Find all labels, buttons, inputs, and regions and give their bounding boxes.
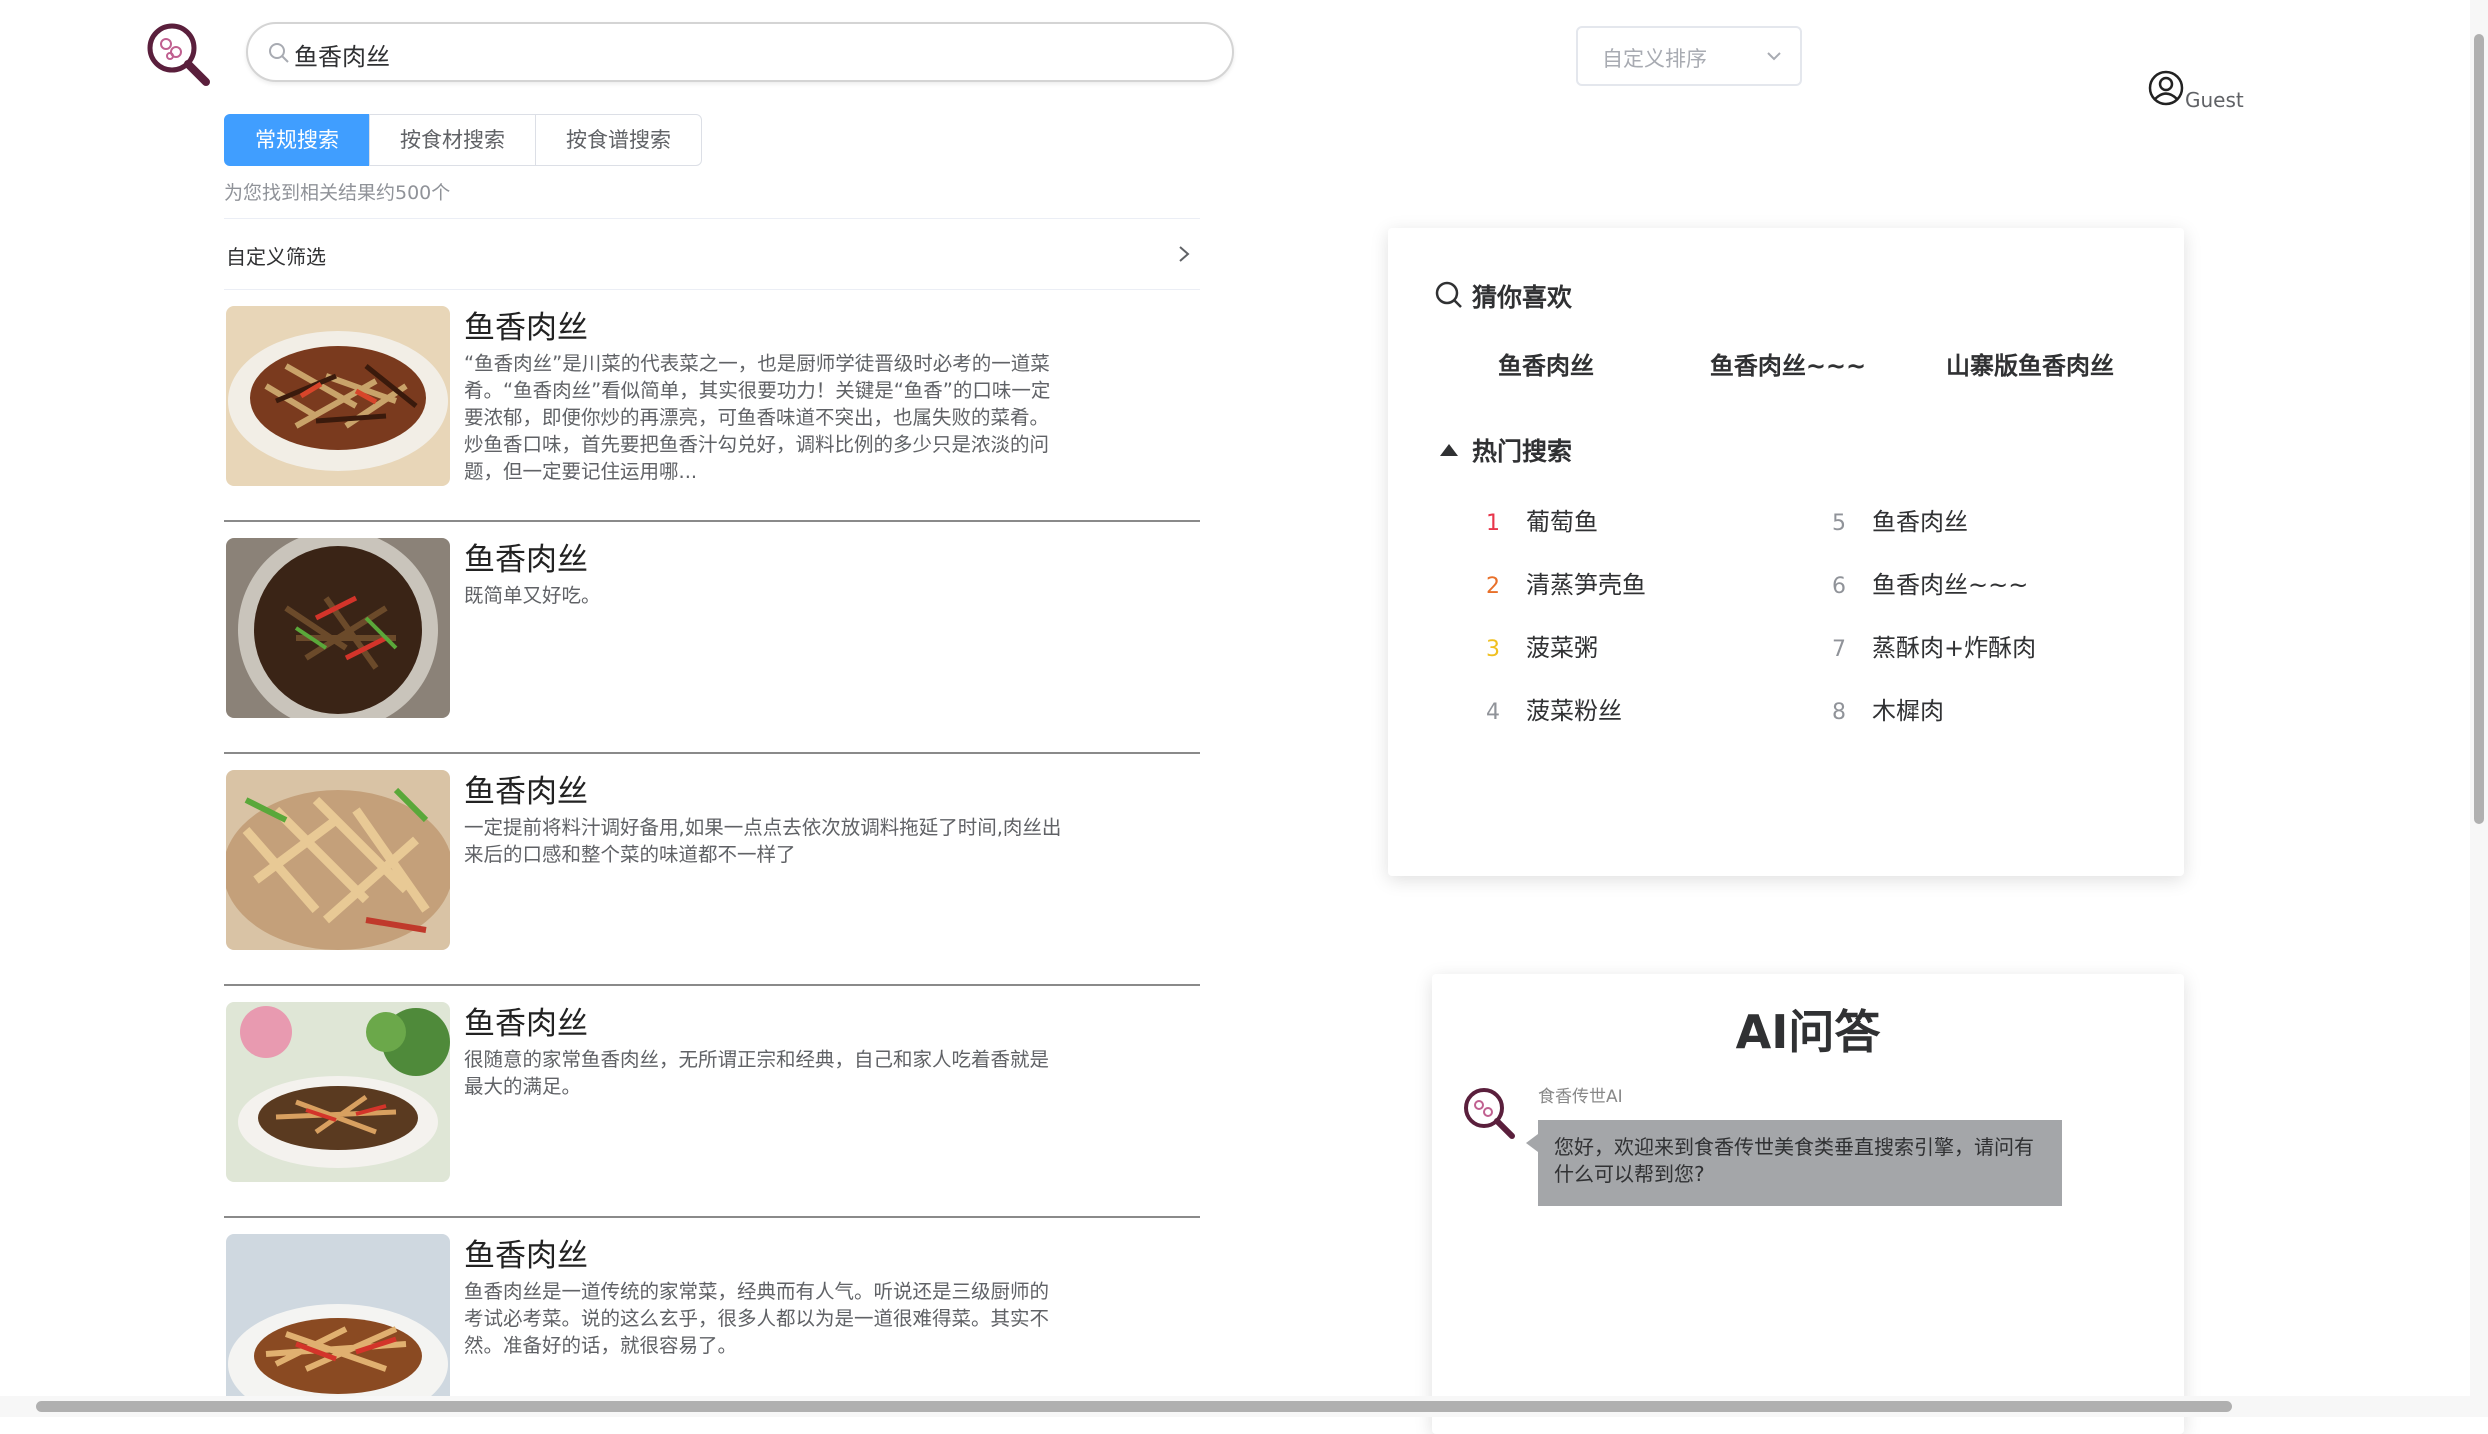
ai-chat-card: AI问答 食香传世AI 您好，欢迎来到食香传世美食类垂直搜索引擎，请问有什么可以… xyxy=(1432,974,2184,1434)
recipe-thumbnail[interactable] xyxy=(226,1002,450,1182)
result-item[interactable]: 鱼香肉丝 既简单又好吃。 xyxy=(224,522,1200,754)
caret-up-icon xyxy=(1440,444,1458,456)
vertical-scrollbar-thumb[interactable] xyxy=(2474,34,2484,824)
ai-message-bubble: 您好，欢迎来到食香传世美食类垂直搜索引擎，请问有什么可以帮到您? xyxy=(1526,1120,2062,1206)
hot-item[interactable]: 8 木樨肉 xyxy=(1832,691,1944,726)
hot-item[interactable]: 7 蒸酥肉+炸酥肉 xyxy=(1832,628,2036,663)
ai-title: AI问答 xyxy=(1735,1005,1881,1059)
hot-item[interactable]: 1 葡萄鱼 xyxy=(1486,502,1598,537)
hot-item[interactable]: 6 鱼香肉丝~~~ xyxy=(1832,565,2028,600)
search-value: 鱼香肉丝 xyxy=(294,43,390,71)
result-description: 很随意的家常鱼香肉丝，无所谓正宗和经典，自己和家人吃着香就是最大的满足。 xyxy=(464,1048,1050,1098)
search-input[interactable]: 鱼香肉丝 xyxy=(246,22,1234,82)
result-description: 一定提前将料汁调好备用,如果一点点去依次放调料拖延了时间,肉丝出来后的口感和整个… xyxy=(464,816,1062,866)
result-title[interactable]: 鱼香肉丝 xyxy=(464,534,588,579)
search-icon xyxy=(269,43,289,63)
result-item[interactable]: 鱼香肉丝 “鱼香肉丝”是川菜的代表菜之一，也是厨师学徒晋级时必考的一道菜肴。“鱼… xyxy=(224,290,1200,522)
hot-rank: 1 xyxy=(1486,511,1500,536)
hot-item[interactable]: 2 清蒸笋壳鱼 xyxy=(1486,565,1646,600)
custom-filter-row[interactable]: 自定义筛选 xyxy=(224,218,1200,290)
result-title[interactable]: 鱼香肉丝 xyxy=(464,766,588,811)
ai-avatar-icon xyxy=(1464,1088,1515,1139)
hot-rank: 5 xyxy=(1832,511,1846,536)
hot-label: 蒸酥肉+炸酥肉 xyxy=(1872,634,2037,662)
hot-heading: 热门搜索 xyxy=(1472,437,1573,466)
hot-label: 清蒸笋壳鱼 xyxy=(1526,571,1646,599)
guess-item[interactable]: 鱼香肉丝 xyxy=(1416,346,1676,381)
result-description: 鱼香肉丝是一道传统的家常菜，经典而有人气。听说还是三级厨师的考试必考菜。说的这么… xyxy=(464,1280,1050,1357)
hot-rank: 8 xyxy=(1832,700,1846,725)
chevron-right-icon xyxy=(1179,246,1190,262)
result-description: “鱼香肉丝”是川菜的代表菜之一，也是厨师学徒晋级时必考的一道菜肴。“鱼香肉丝”看… xyxy=(464,352,1051,483)
recipe-thumbnail[interactable] xyxy=(226,306,450,486)
hot-rank: 2 xyxy=(1486,574,1500,599)
guess-item[interactable]: 鱼香肉丝~~~ xyxy=(1658,346,1918,381)
recipe-thumbnail[interactable] xyxy=(226,538,450,718)
result-title[interactable]: 鱼香肉丝 xyxy=(464,1230,588,1275)
hot-label: 鱼香肉丝~~~ xyxy=(1872,571,2029,599)
result-item[interactable]: 鱼香肉丝 鱼香肉丝是一道传统的家常菜，经典而有人气。听说还是三级厨师的考试必考菜… xyxy=(224,1218,1200,1398)
sort-select[interactable]: 自定义排序 xyxy=(1576,26,1802,86)
tab-ingredient-search[interactable]: 按食材搜索 xyxy=(369,114,536,166)
result-title[interactable]: 鱼香肉丝 xyxy=(464,998,588,1043)
tab-recipe-search[interactable]: 按食谱搜索 xyxy=(535,114,702,166)
search-icon xyxy=(1435,281,1462,308)
recipe-thumbnail[interactable] xyxy=(226,770,450,950)
search-mode-tabs: 常规搜索 按食材搜索 按食谱搜索 xyxy=(224,114,702,168)
result-description: 既简单又好吃。 xyxy=(464,584,601,607)
result-count: 为您找到相关结果约500个 xyxy=(224,182,451,204)
hot-rank: 3 xyxy=(1486,637,1500,662)
hot-rank: 7 xyxy=(1832,637,1846,662)
hot-label: 菠菜粉丝 xyxy=(1526,697,1622,725)
sort-placeholder: 自定义排序 xyxy=(1602,47,1707,71)
hot-item[interactable]: 4 菠菜粉丝 xyxy=(1486,691,1622,726)
hot-item[interactable]: 3 菠菜粥 xyxy=(1486,628,1598,663)
guess-item[interactable]: 山寨版鱼香肉丝 xyxy=(1900,346,2160,381)
ai-bot-name: 食香传世AI xyxy=(1538,1087,1623,1107)
hot-label: 鱼香肉丝 xyxy=(1872,508,1968,536)
hot-item[interactable]: 5 鱼香肉丝 xyxy=(1832,502,1968,537)
hot-rank: 4 xyxy=(1486,700,1500,725)
hot-label: 葡萄鱼 xyxy=(1526,508,1598,536)
recipe-thumbnail[interactable] xyxy=(226,1234,450,1398)
hot-label: 菠菜粥 xyxy=(1526,634,1598,662)
filter-label: 自定义筛选 xyxy=(226,245,326,269)
user-avatar-icon[interactable] xyxy=(2148,70,2184,106)
result-item[interactable]: 鱼香肉丝 很随意的家常鱼香肉丝，无所谓正宗和经典，自己和家人吃着香就是最大的满足… xyxy=(224,986,1200,1218)
hot-label: 木樨肉 xyxy=(1872,697,1944,725)
result-item[interactable]: 鱼香肉丝 一定提前将料汁调好备用,如果一点点去依次放调料拖延了时间,肉丝出来后的… xyxy=(224,754,1200,986)
hot-rank: 6 xyxy=(1832,574,1846,599)
result-title[interactable]: 鱼香肉丝 xyxy=(464,302,588,347)
app-logo[interactable] xyxy=(144,20,216,88)
guess-heading: 猜你喜欢 xyxy=(1472,283,1573,312)
chevron-down-icon xyxy=(1767,52,1781,61)
horizontal-scrollbar-thumb[interactable] xyxy=(36,1401,2232,1412)
tab-general-search[interactable]: 常规搜索 xyxy=(224,114,370,166)
user-name[interactable]: Guest xyxy=(2185,88,2244,112)
recommendation-card: 猜你喜欢 鱼香肉丝 鱼香肉丝~~~ 山寨版鱼香肉丝 热门搜索 1 葡萄鱼 2 清蒸笋… xyxy=(1388,228,2184,876)
